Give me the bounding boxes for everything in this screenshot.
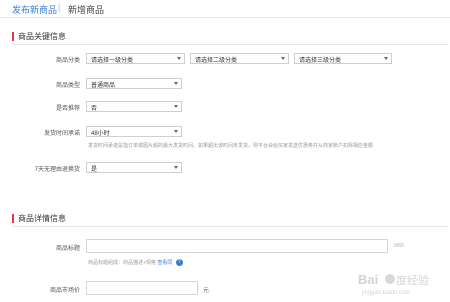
chevron-down-icon [174,166,178,169]
section-accent-bar [12,32,14,41]
return-policy-value: 是 [91,167,98,173]
market-price-input[interactable] [86,281,198,295]
chevron-down-icon [174,105,178,108]
ship-time-select[interactable]: 48小时 [86,126,182,137]
help-icon[interactable]: ? [175,259,183,267]
watermark-logo-icon: Bai 度经验 jingyan.baidu.com [358,272,429,296]
category-level1-value: 请选择一级分类 [91,58,134,64]
chevron-down-icon [177,57,181,60]
view-example-link[interactable]: 查看同 [157,260,172,266]
product-title-label: 商品标题 [55,246,80,252]
product-title-hint: 商品标题组成：商品描述+规格 查看同 ? [88,259,183,267]
product-title-counter: 0/60 [394,243,404,249]
section-key-info-title: 商品关键信息 [18,32,66,41]
ship-time-value: 48小时 [91,131,110,137]
product-type-select[interactable]: 普通商品 [86,78,182,89]
chevron-down-icon [281,57,285,60]
product-type-label: 商品类型 [55,83,80,89]
chevron-down-icon [174,130,178,133]
recommend-value: 否 [91,106,98,112]
section-detail-info-title: 商品详情信息 [18,214,66,223]
ship-time-hint: 发货时间承诺是指订单或图片超的最大发货时间。如果超出该时间未发货，则平台会给买家… [88,143,374,149]
product-title-hint-text: 商品标题组成：商品描述+规格 [88,260,156,266]
return-policy-label: 7天无理由退换货 [34,167,80,173]
section-accent-bar [12,214,14,223]
svg-text:jingyan.baidu.com: jingyan.baidu.com [361,290,410,296]
baidu-jingyan-watermark: Bai 度经验 jingyan.baidu.com [354,269,444,297]
market-price-label: 商品市场价 [49,288,80,294]
category-level2-select[interactable]: 请选择二级分类 [190,53,289,64]
category-level3-select[interactable]: 请选择三级分类 [294,53,392,64]
product-type-value: 普通商品 [91,83,116,89]
return-policy-select[interactable]: 是 [86,162,182,173]
recommend-label: 是否推荐 [55,106,80,112]
price-unit: 元 [203,288,210,294]
breadcrumb-current: 新增商品 [68,5,105,15]
divider [12,226,448,227]
category-level3-value: 请选择三级分类 [299,58,342,64]
breadcrumb-separator: | [58,2,61,12]
breadcrumb-link-publish[interactable]: 发布新商品 [12,3,57,16]
category-level2-value: 请选择二级分类 [195,58,238,64]
chevron-down-icon [174,82,178,85]
divider [12,44,448,45]
svg-text:度经验: 度经验 [396,273,429,287]
category-label: 商品分类 [55,58,80,64]
chevron-down-icon [384,57,388,60]
product-title-input[interactable] [86,239,388,253]
breadcrumb: 发布新商品 | 新增商品 [0,0,450,18]
recommend-select[interactable]: 否 [86,101,182,112]
category-level1-select[interactable]: 请选择一级分类 [86,53,185,64]
svg-text:Bai: Bai [358,272,378,287]
ship-time-label: 发货时间承诺 [43,131,80,137]
